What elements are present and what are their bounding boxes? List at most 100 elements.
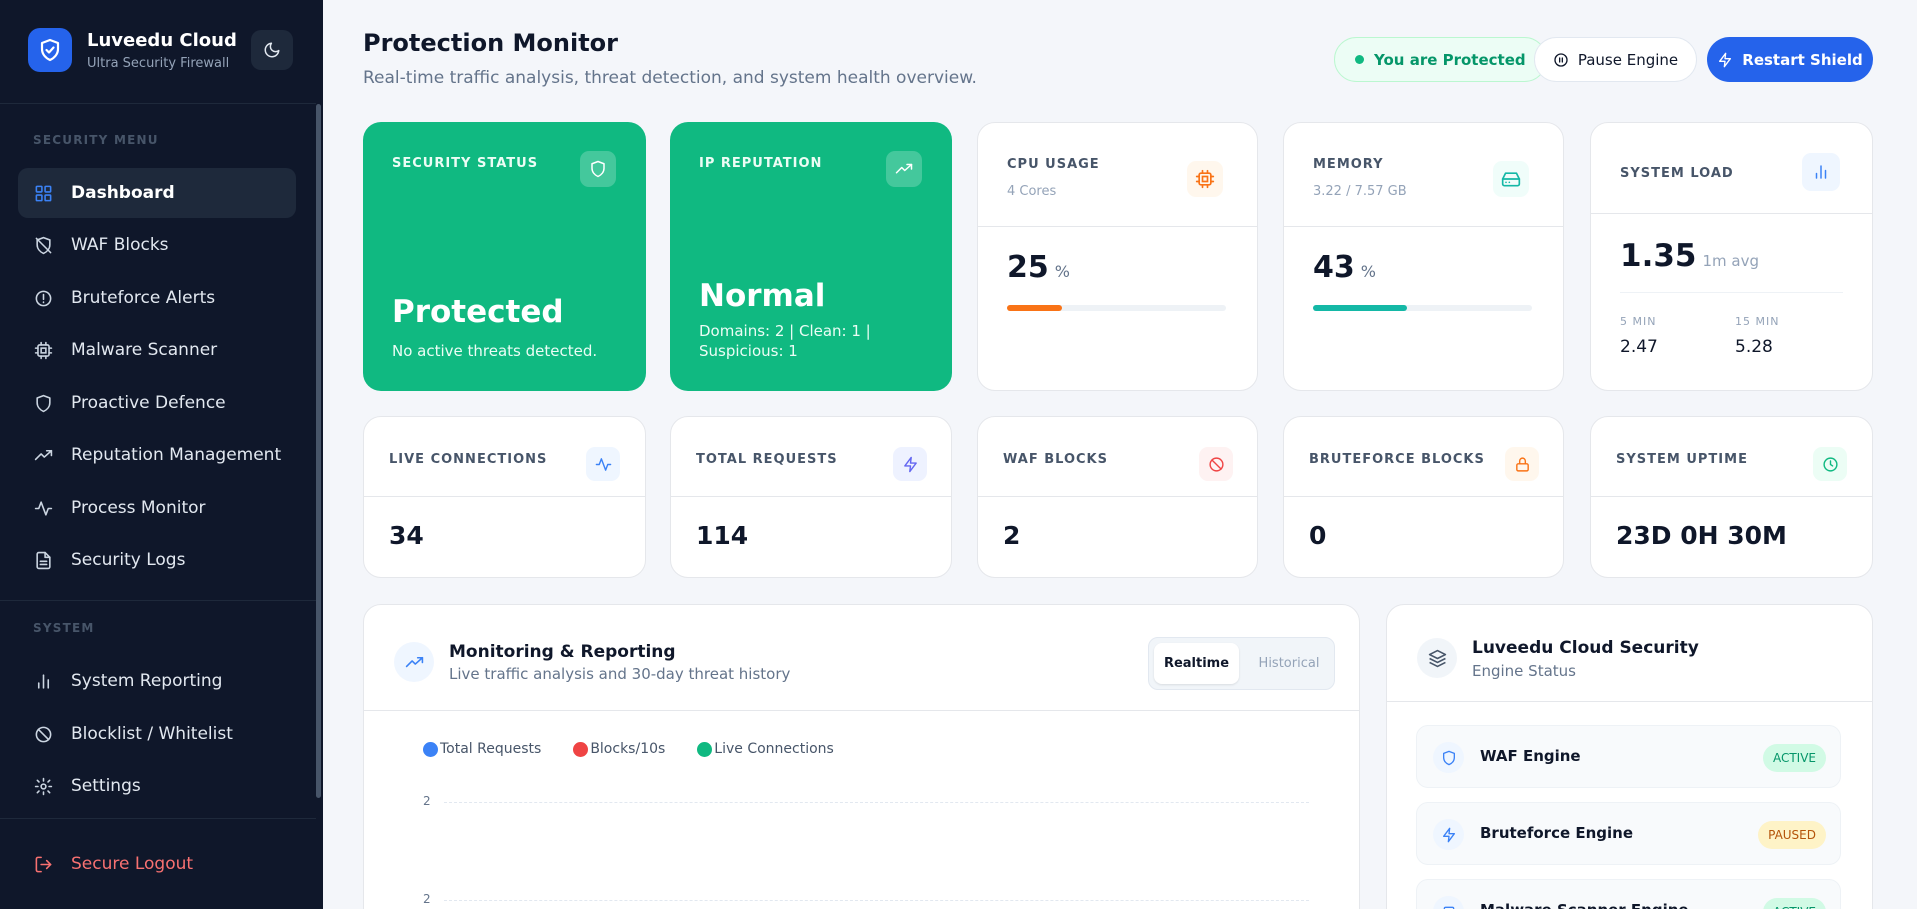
- chart-legend: Total Requests Blocks/10s Live Connectio…: [423, 741, 866, 757]
- card-label: SYSTEM UPTIME: [1616, 452, 1748, 467]
- card-label: BRUTEFORCE BLOCKS: [1309, 452, 1485, 467]
- card-divider: [1620, 292, 1843, 293]
- cpu-value-number: 25: [1007, 250, 1049, 285]
- sidebar-scrollbar[interactable]: [316, 104, 321, 798]
- load-15min-label: 15 MIN: [1735, 315, 1780, 328]
- legend-blocks[interactable]: Blocks/10s: [573, 741, 665, 757]
- engine-panel-title: Luveedu Cloud Security: [1472, 638, 1699, 658]
- sidebar-item-label: WAF Blocks: [71, 235, 169, 255]
- engine-item-malware-scanner[interactable]: Malware Scanner Engine ACTIVE: [1416, 879, 1841, 909]
- y-tick-label: 2: [423, 794, 431, 808]
- card-label: IP REPUTATION: [699, 156, 823, 171]
- view-mode-toggle: Realtime Historical: [1148, 637, 1335, 690]
- security-status-value: Protected: [392, 294, 564, 330]
- lightning-icon: [893, 447, 927, 481]
- legend-label: Total Requests: [440, 741, 542, 757]
- status-dot-icon: [1355, 55, 1364, 64]
- engine-name: Bruteforce Engine: [1480, 824, 1634, 842]
- sidebar-item-bruteforce-alerts[interactable]: Bruteforce Alerts: [18, 273, 296, 323]
- sidebar-item-dashboard[interactable]: Dashboard: [18, 168, 296, 218]
- sidebar-divider: [0, 818, 316, 819]
- uptime-value: 23D 0H 30M: [1616, 521, 1787, 550]
- shield-icon: [33, 393, 53, 413]
- trending-up-icon: [394, 642, 434, 682]
- security-status-detail: No active threats detected.: [392, 342, 598, 360]
- brand-name: Luveedu Cloud: [87, 29, 237, 51]
- secure-logout-button[interactable]: Secure Logout: [18, 839, 296, 889]
- sidebar-item-malware-scanner[interactable]: Malware Scanner: [18, 325, 296, 375]
- logout-label: Secure Logout: [71, 854, 194, 874]
- engine-item-waf[interactable]: WAF Engine ACTIVE: [1416, 725, 1841, 788]
- card-divider: [1591, 213, 1872, 214]
- sidebar-item-settings[interactable]: Settings: [18, 761, 296, 811]
- sidebar-item-blocklist-whitelist[interactable]: Blocklist / Whitelist: [18, 709, 296, 759]
- sidebar-divider: [0, 600, 316, 601]
- card-label: CPU USAGE: [1007, 157, 1100, 172]
- card-divider: [671, 496, 951, 497]
- monitoring-title: Monitoring & Reporting: [449, 642, 676, 662]
- trending-up-icon: [886, 151, 922, 187]
- live-connections-card: LIVE CONNECTIONS 34: [363, 416, 646, 578]
- ip-reputation-value: Normal: [699, 278, 826, 314]
- card-label: SECURITY STATUS: [392, 156, 539, 171]
- memory-value-number: 43: [1313, 250, 1355, 285]
- legend-live-connections[interactable]: Live Connections: [697, 741, 834, 757]
- pause-engine-label: Pause Engine: [1577, 50, 1679, 69]
- shield-icon: [580, 151, 616, 187]
- sidebar-item-label: Malware Scanner: [71, 340, 218, 360]
- pause-icon: [1553, 52, 1569, 68]
- waf-blocks-value: 2: [1003, 521, 1021, 550]
- trending-up-icon: [33, 445, 53, 465]
- sidebar-item-waf-blocks[interactable]: WAF Blocks: [18, 220, 296, 270]
- brand[interactable]: Luveedu Cloud Ultra Security Firewall: [28, 28, 237, 72]
- tab-realtime[interactable]: Realtime: [1154, 643, 1239, 684]
- activity-icon: [33, 498, 53, 518]
- card-label: SYSTEM LOAD: [1620, 166, 1734, 181]
- tab-historical[interactable]: Historical: [1249, 643, 1329, 684]
- sidebar-section-security: SECURITY MENU: [33, 133, 159, 147]
- y-tick-label: 2: [423, 892, 431, 906]
- engine-status-panel: Luveedu Cloud Security Engine Status WAF…: [1386, 604, 1873, 909]
- sidebar-divider: [0, 103, 316, 104]
- layers-icon: [1417, 638, 1457, 678]
- hard-drive-icon: [1493, 161, 1529, 197]
- restart-shield-button[interactable]: Restart Shield: [1707, 37, 1873, 82]
- theme-toggle-button[interactable]: [251, 30, 293, 70]
- status-badge: PAUSED: [1758, 821, 1826, 849]
- card-divider: [1591, 496, 1872, 497]
- protection-status-badge: You are Protected: [1334, 37, 1547, 82]
- waf-blocks-card: WAF BLOCKS 2: [977, 416, 1258, 578]
- page-subtitle: Real-time traffic analysis, threat detec…: [363, 68, 977, 88]
- sidebar-item-proactive-defence[interactable]: Proactive Defence: [18, 378, 296, 428]
- moon-icon: [264, 42, 280, 58]
- status-label: You are Protected: [1374, 50, 1526, 69]
- system-load-value: 1.35 1m avg: [1620, 238, 1759, 274]
- cpu-usage-card: CPU USAGE 4 Cores 25%: [977, 122, 1258, 391]
- sidebar-item-system-reporting[interactable]: System Reporting: [18, 656, 296, 706]
- sidebar-item-process-monitor[interactable]: Process Monitor: [18, 483, 296, 533]
- system-load-card: SYSTEM LOAD 1.35 1m avg 5 MIN 2.47 15 MIN…: [1590, 122, 1873, 391]
- memory-unit: %: [1360, 262, 1376, 281]
- sidebar-item-label: Blocklist / Whitelist: [71, 724, 233, 744]
- page-title: Protection Monitor: [363, 29, 618, 57]
- restart-shield-label: Restart Shield: [1742, 50, 1863, 69]
- brand-tagline: Ultra Security Firewall: [87, 55, 230, 71]
- sidebar-item-security-logs[interactable]: Security Logs: [18, 535, 296, 585]
- cpu-value: 25%: [1007, 250, 1070, 285]
- legend-total-requests[interactable]: Total Requests: [423, 741, 541, 757]
- cpu-icon: [33, 340, 53, 360]
- shield-icon: [1433, 742, 1464, 773]
- cpu-progress-bar: [1007, 305, 1226, 311]
- ban-icon: [33, 724, 53, 744]
- memory-usage-detail: 3.22 / 7.57 GB: [1313, 184, 1407, 199]
- sidebar-item-reputation-management[interactable]: Reputation Management: [18, 430, 296, 480]
- chart-gridline: [444, 802, 1309, 803]
- sidebar-item-label: Bruteforce Alerts: [71, 288, 216, 308]
- sidebar: Luveedu Cloud Ultra Security Firewall SE…: [0, 0, 323, 909]
- pause-engine-button[interactable]: Pause Engine: [1534, 37, 1697, 82]
- sidebar-item-label: Process Monitor: [71, 498, 206, 518]
- sidebar-section-system: SYSTEM: [33, 621, 95, 635]
- ip-reputation-detail: Domains: 2 | Clean: 1 | Suspicious: 1: [699, 322, 871, 360]
- engine-item-bruteforce[interactable]: Bruteforce Engine PAUSED: [1416, 802, 1841, 865]
- bar-chart-icon: [1802, 153, 1840, 191]
